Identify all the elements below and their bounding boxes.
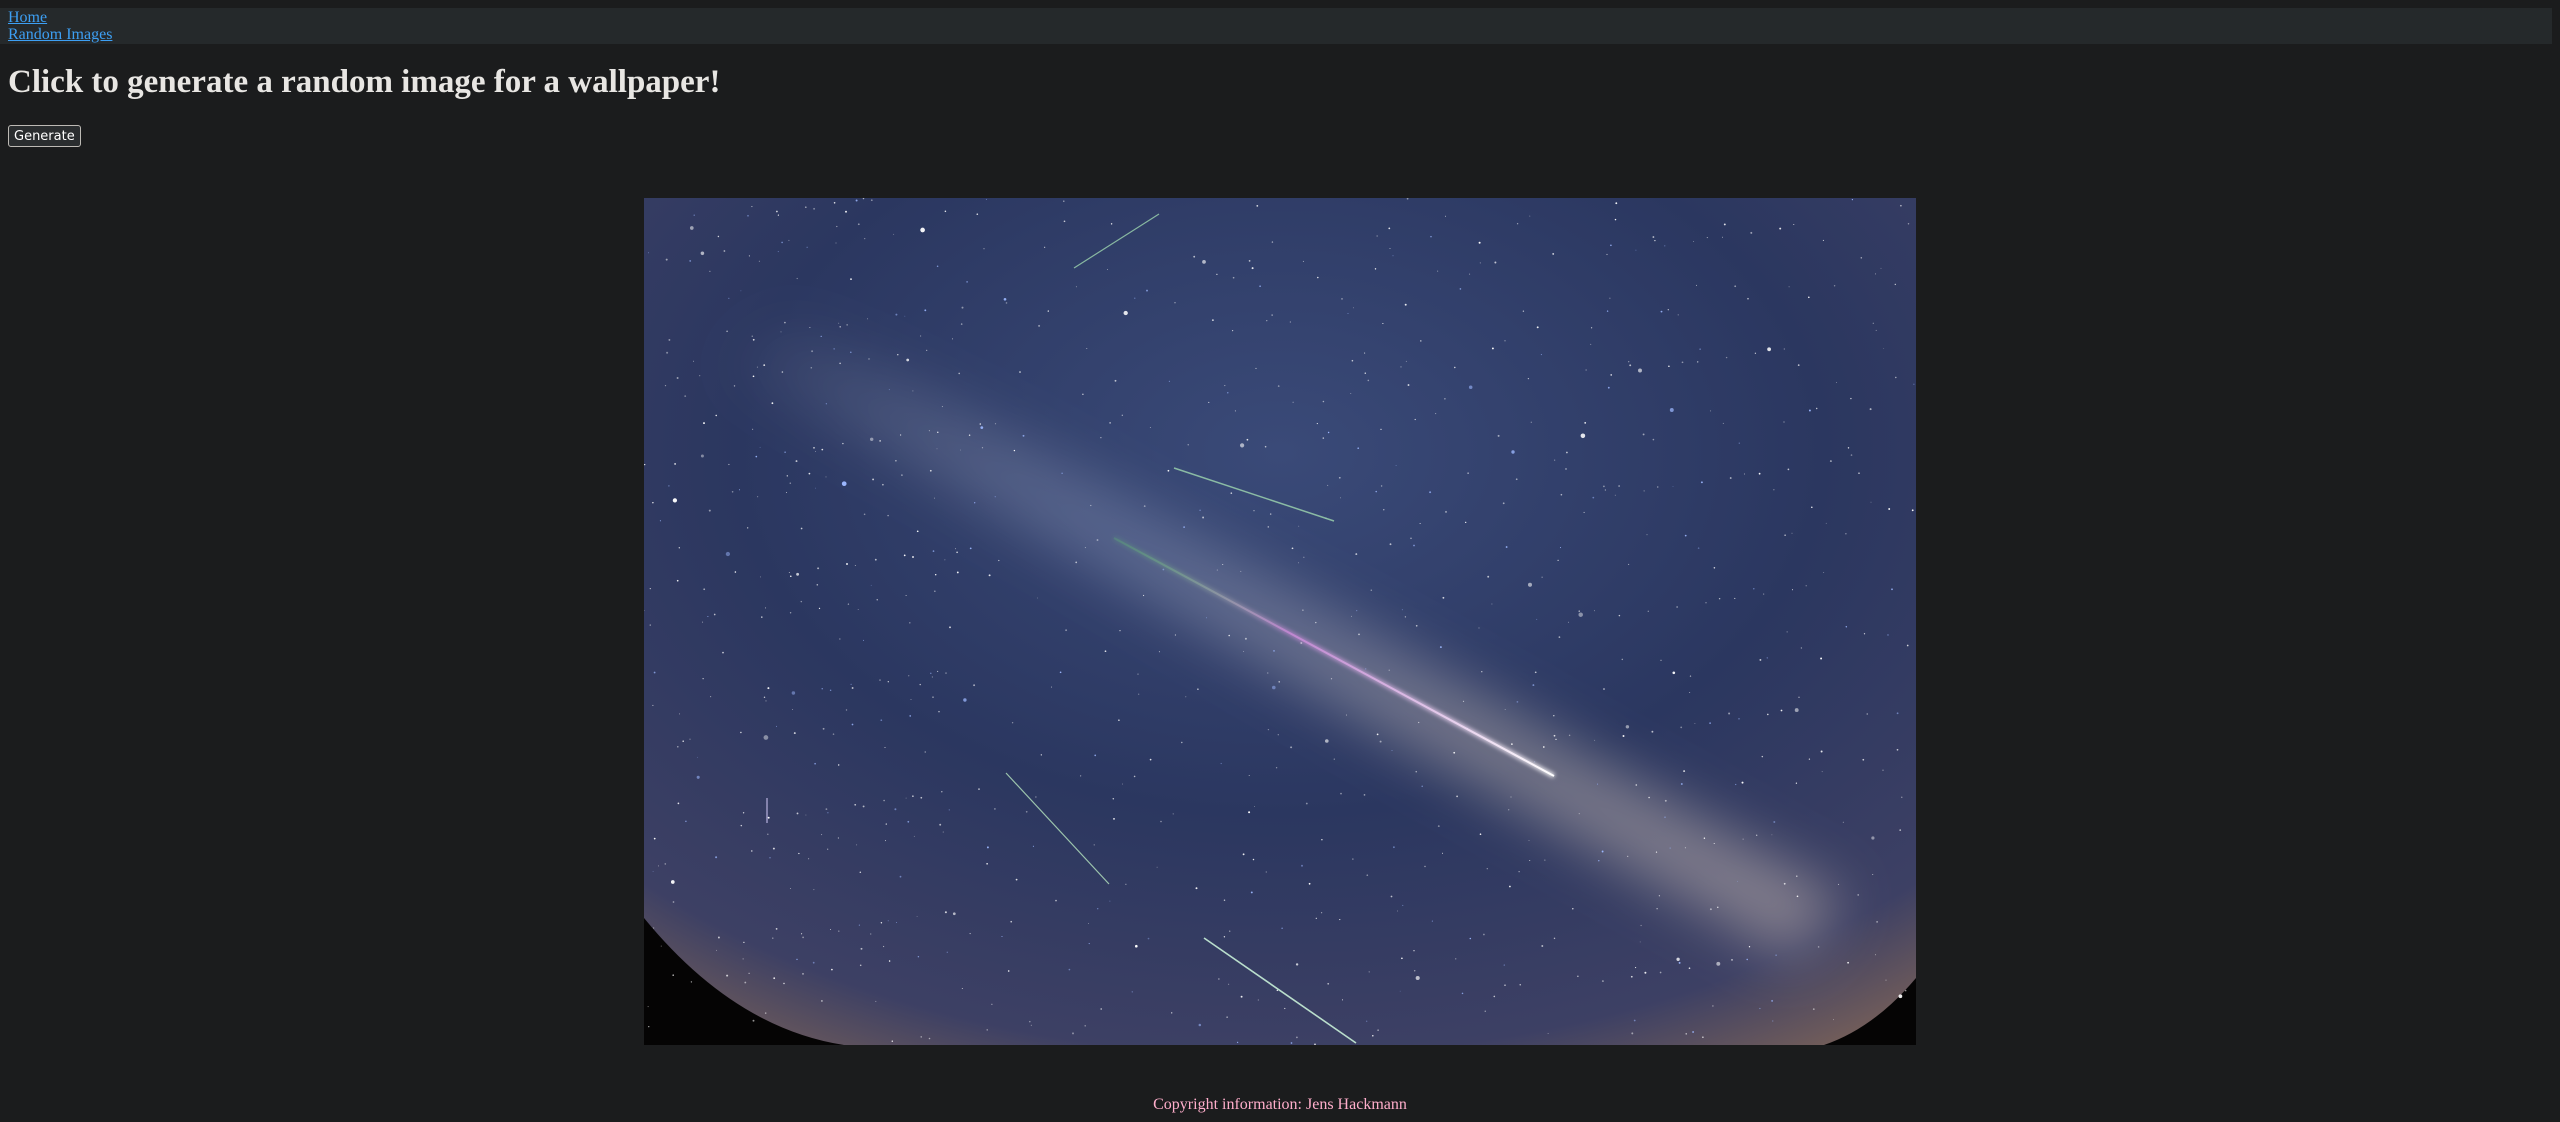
copyright-info: Copyright information: Jens Hackmann — [1153, 1096, 1407, 1113]
wallpaper-image — [644, 198, 1916, 1045]
nav-link-random-images[interactable]: Random Images — [8, 26, 112, 44]
page-title: Click to generate a random image for a w… — [8, 64, 721, 100]
nav-link-home[interactable]: Home — [8, 9, 47, 27]
top-navigation: Home Random Images — [0, 8, 2552, 44]
generate-button[interactable]: Generate — [8, 125, 81, 147]
